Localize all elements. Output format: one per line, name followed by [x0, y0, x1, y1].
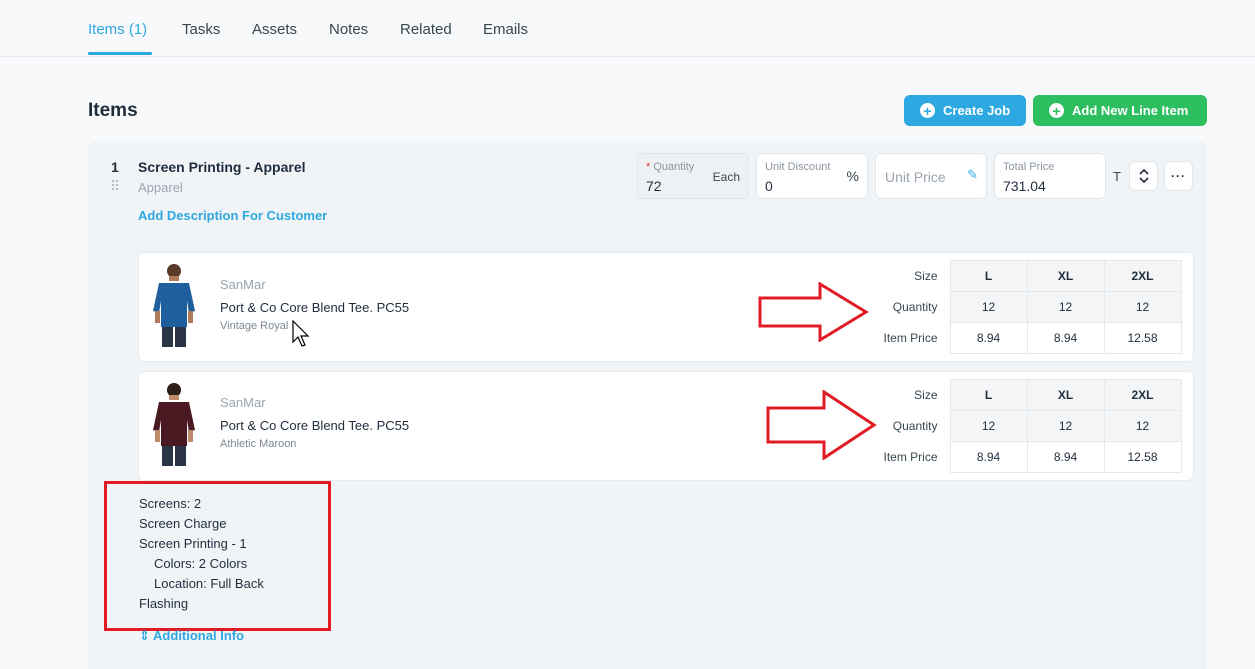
- line-item-number: 1: [111, 159, 119, 175]
- total-price-field: Total Price 731.04: [994, 153, 1106, 199]
- product-name: Port & Co Core Blend Tee. PC55: [220, 300, 410, 315]
- size-table: Size L XL 2XL Quantity 12 12 12 Item Pri…: [860, 379, 1182, 473]
- tab-emails[interactable]: Emails: [483, 21, 528, 38]
- quantity-cell[interactable]: 12: [949, 410, 1028, 442]
- product-brand: SanMar: [220, 277, 266, 292]
- product-name: Port & Co Core Blend Tee. PC55: [220, 418, 410, 433]
- tab-items[interactable]: Items (1): [88, 21, 147, 38]
- quantity-cell[interactable]: 12: [1103, 410, 1182, 442]
- price-cell[interactable]: 8.94: [1026, 441, 1105, 473]
- annotation-highlight-box: [104, 481, 331, 631]
- plus-circle-icon: +: [920, 103, 935, 118]
- tshirt-image: [153, 383, 195, 466]
- quantity-value: 72: [646, 178, 662, 194]
- tshirt-image: [153, 264, 195, 347]
- price-cell[interactable]: 12.58: [1103, 322, 1182, 354]
- quantity-unit: Each: [712, 170, 740, 184]
- tab-assets[interactable]: Assets: [252, 21, 297, 38]
- unit-discount-value: 0: [765, 178, 773, 194]
- total-price-label: Total Price: [1003, 161, 1055, 173]
- add-line-item-label: Add New Line Item: [1072, 103, 1189, 118]
- tax-toggle[interactable]: T: [1113, 169, 1121, 184]
- product-brand: SanMar: [220, 395, 266, 410]
- drag-handle-icon[interactable]: ⠿: [110, 179, 120, 193]
- size-cell: L: [949, 379, 1028, 411]
- quantity-cell[interactable]: 12: [949, 291, 1028, 323]
- total-price-value: 731.04: [1003, 178, 1046, 194]
- quantity-row-label: Quantity: [892, 300, 938, 314]
- item-price-row-label: Item Price: [883, 331, 938, 345]
- sort-icon: [1138, 169, 1149, 183]
- unit-discount-field[interactable]: Unit Discount 0 %: [756, 153, 868, 199]
- pencil-icon[interactable]: ✎: [967, 167, 978, 183]
- unit-discount-label: Unit Discount: [765, 161, 831, 173]
- product-color: Vintage Royal: [220, 320, 289, 332]
- size-cell: 2XL: [1103, 260, 1182, 292]
- page-title: Items: [88, 100, 138, 121]
- tab-notes[interactable]: Notes: [329, 21, 368, 38]
- chevron-updown-icon: ⇕: [139, 628, 150, 643]
- quantity-cell[interactable]: 12: [1103, 291, 1182, 323]
- tab-tasks[interactable]: Tasks: [182, 21, 220, 38]
- sort-button[interactable]: [1129, 161, 1158, 191]
- add-new-line-item-button[interactable]: + Add New Line Item: [1033, 95, 1207, 126]
- additional-info-label: Additional Info: [153, 628, 245, 643]
- price-cell[interactable]: 12.58: [1103, 441, 1182, 473]
- active-tab-indicator: [88, 52, 152, 55]
- price-cell[interactable]: 8.94: [1026, 322, 1105, 354]
- quantity-cell[interactable]: 12: [1026, 410, 1105, 442]
- size-row-label: Size: [914, 269, 938, 283]
- percent-suffix: %: [846, 168, 859, 184]
- unit-price-field[interactable]: Unit Price ✎: [875, 153, 987, 199]
- add-description-link[interactable]: Add Description For Customer: [138, 208, 327, 223]
- more-options-button[interactable]: ···: [1164, 161, 1193, 191]
- additional-info-toggle[interactable]: ⇕ Additional Info: [139, 628, 244, 644]
- tab-related[interactable]: Related: [400, 21, 452, 38]
- plus-circle-icon: +: [1049, 103, 1064, 118]
- price-cell[interactable]: 8.94: [949, 441, 1028, 473]
- quantity-field[interactable]: * Quantity 72 Each: [637, 153, 749, 199]
- price-cell[interactable]: 8.94: [949, 322, 1028, 354]
- product-color: Athletic Maroon: [220, 438, 297, 450]
- size-cell: XL: [1026, 379, 1105, 411]
- quantity-label: * Quantity: [646, 161, 695, 173]
- size-table: Size L XL 2XL Quantity 12 12 12 Item Pri…: [860, 260, 1182, 354]
- tab-bar: Items (1) Tasks Assets Notes Related Ema…: [0, 0, 1255, 57]
- unit-price-placeholder: Unit Price: [885, 169, 946, 185]
- size-cell: 2XL: [1103, 379, 1182, 411]
- line-item-title: Screen Printing - Apparel: [138, 159, 306, 175]
- annotation-arrow-icon: [766, 390, 877, 460]
- ellipsis-icon: ···: [1171, 169, 1186, 183]
- line-item-subtitle: Apparel: [138, 180, 183, 195]
- create-job-label: Create Job: [943, 103, 1011, 118]
- quantity-cell[interactable]: 12: [1026, 291, 1105, 323]
- mouse-cursor-icon: [292, 320, 310, 347]
- size-cell: XL: [1026, 260, 1105, 292]
- size-cell: L: [949, 260, 1028, 292]
- create-job-button[interactable]: + Create Job: [904, 95, 1026, 126]
- annotation-arrow-icon: [758, 282, 869, 342]
